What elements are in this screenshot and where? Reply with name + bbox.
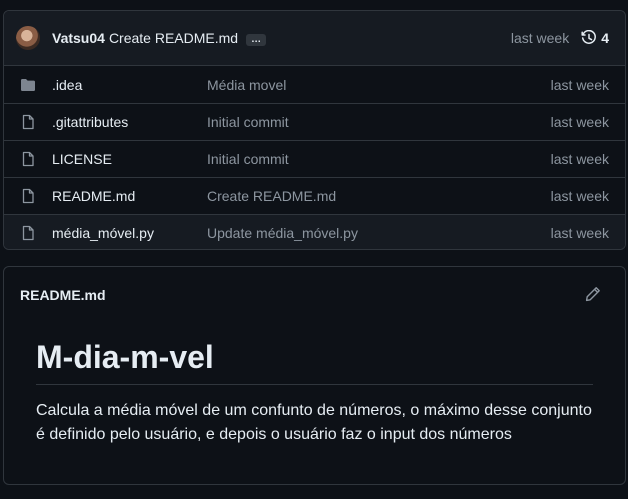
readme-panel: README.md M-dia-m-vel Calcula a média mó… bbox=[3, 266, 626, 485]
file-name[interactable]: .idea bbox=[52, 77, 207, 93]
file-commit-message[interactable]: Initial commit bbox=[207, 114, 289, 130]
file-commit-message[interactable]: Initial commit bbox=[207, 151, 289, 167]
file-row[interactable]: LICENSE Initial commit last week bbox=[4, 140, 625, 177]
pencil-icon bbox=[585, 286, 600, 301]
history-count: 4 bbox=[601, 30, 609, 46]
file-commit-message[interactable]: Update média_móvel.py bbox=[207, 225, 358, 241]
file-icon bbox=[20, 151, 36, 167]
readme-content: M-dia-m-vel Calcula a média móvel de um … bbox=[4, 323, 625, 447]
file-time: last week bbox=[550, 188, 609, 204]
file-commit-message[interactable]: Média movel bbox=[207, 77, 286, 93]
file-name[interactable]: LICENSE bbox=[52, 151, 207, 167]
readme-filename[interactable]: README.md bbox=[20, 287, 106, 303]
commit-history-link[interactable]: 4 bbox=[581, 30, 609, 46]
file-time: last week bbox=[550, 225, 609, 241]
file-time: last week bbox=[550, 76, 609, 93]
readme-paragraph: Calcula a média móvel de um confunto de … bbox=[36, 402, 592, 443]
edit-readme-button[interactable] bbox=[585, 286, 601, 305]
avatar[interactable] bbox=[16, 26, 40, 50]
readme-header: README.md bbox=[4, 267, 625, 323]
commit-author[interactable]: Vatsu04 bbox=[52, 30, 105, 46]
file-row[interactable]: README.md Create README.md last week bbox=[4, 177, 625, 214]
file-browser: Vatsu04 Create README.md … last week 4 .… bbox=[3, 10, 626, 250]
file-time: last week bbox=[550, 151, 609, 167]
file-name[interactable]: README.md bbox=[52, 188, 207, 204]
expand-commit-button[interactable]: … bbox=[246, 33, 267, 46]
latest-commit-bar: Vatsu04 Create README.md … last week 4 bbox=[4, 11, 625, 66]
folder-icon bbox=[20, 77, 36, 93]
file-row[interactable]: média_móvel.py Update média_móvel.py las… bbox=[4, 214, 625, 249]
file-row[interactable]: .idea Média movel last week bbox=[4, 66, 625, 103]
history-icon bbox=[581, 30, 597, 44]
file-commit-message[interactable]: Create README.md bbox=[207, 188, 336, 204]
file-time: last week bbox=[550, 114, 609, 130]
file-name[interactable]: média_móvel.py bbox=[52, 225, 207, 241]
file-icon bbox=[20, 188, 36, 204]
file-icon bbox=[20, 114, 36, 130]
file-name[interactable]: .gitattributes bbox=[52, 114, 207, 130]
file-row[interactable]: .gitattributes Initial commit last week bbox=[4, 103, 625, 140]
readme-heading: M-dia-m-vel bbox=[36, 337, 593, 385]
file-icon bbox=[20, 225, 36, 241]
commit-message[interactable]: Create README.md bbox=[109, 30, 238, 46]
commit-time[interactable]: last week bbox=[511, 30, 569, 46]
